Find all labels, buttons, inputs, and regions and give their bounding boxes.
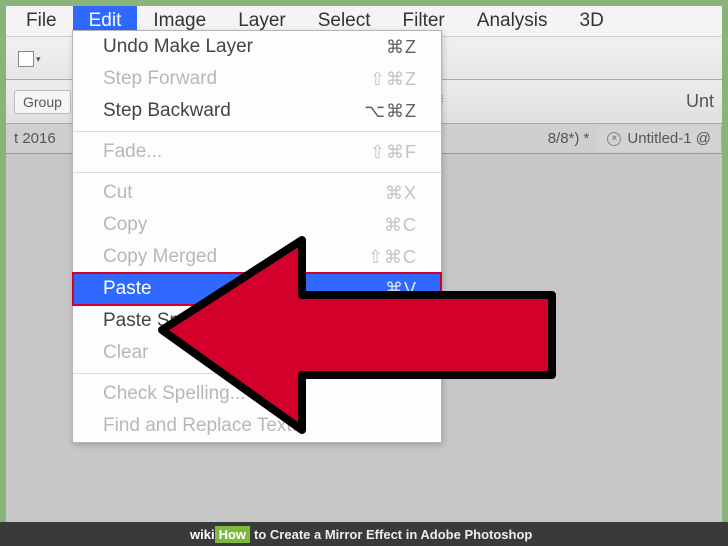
menu-copy[interactable]: Copy ⌘C bbox=[73, 209, 441, 241]
menu-item-label: Step Forward bbox=[103, 68, 217, 90]
wikihow-logo: wikiHow bbox=[190, 526, 254, 543]
menu-item-label: Find and Replace Text... bbox=[103, 415, 308, 437]
unit-label: Unt bbox=[686, 91, 714, 112]
menu-step-forward[interactable]: Step Forward ⇧⌘Z bbox=[73, 63, 441, 95]
menu-undo[interactable]: Undo Make Layer ⌘Z bbox=[73, 31, 441, 63]
menu-item-label: Copy Merged bbox=[103, 246, 217, 268]
tab-label: Untitled-1 @ bbox=[627, 130, 711, 147]
menu-step-backward[interactable]: Step Backward ⌥⌘Z bbox=[73, 95, 441, 127]
menu-item-label: Fade... bbox=[103, 141, 162, 163]
caption-title: to Create a Mirror Effect in Adobe Photo… bbox=[254, 527, 532, 542]
menu-item-label: Check Spelling... bbox=[103, 383, 246, 405]
menu-item-shortcut: ⌘X bbox=[385, 183, 417, 204]
menu-copy-merged[interactable]: Copy Merged ⇧⌘C bbox=[73, 241, 441, 273]
caption-bar: wikiHow to Create a Mirror Effect in Ado… bbox=[0, 522, 728, 546]
menu-fade[interactable]: Fade... ⇧⌘F bbox=[73, 136, 441, 168]
menu-item-shortcut: ⌘Z bbox=[386, 37, 417, 58]
tool-preset-icon[interactable]: ▾ bbox=[18, 47, 46, 71]
menu-item-label: Step Backward bbox=[103, 100, 231, 122]
tab-partial-right[interactable]: 8/8*) * bbox=[540, 126, 598, 151]
close-icon[interactable]: × bbox=[607, 132, 621, 146]
menu-item-shortcut: ⌘C bbox=[384, 215, 417, 236]
menu-item-shortcut: ⇧⌘Z bbox=[370, 69, 417, 90]
menu-item-label: Cut bbox=[103, 182, 133, 204]
menu-item-shortcut: ⇧⌘C bbox=[368, 247, 417, 268]
menu-item-shortcut: ⇧⌘F bbox=[370, 142, 417, 163]
menu-cut[interactable]: Cut ⌘X bbox=[73, 177, 441, 209]
tab-partial-left[interactable]: t 2016 bbox=[6, 126, 64, 151]
menu-analysis[interactable]: Analysis bbox=[461, 6, 564, 36]
menu-file[interactable]: File bbox=[10, 6, 73, 36]
menu-item-shortcut: ⌘V bbox=[385, 279, 417, 300]
menu-item-label: Paste bbox=[103, 278, 152, 300]
menu-separator bbox=[73, 373, 441, 374]
menu-item-label: Paste Special bbox=[103, 310, 219, 332]
menu-item-label: Clear bbox=[103, 342, 148, 364]
edit-dropdown: Undo Make Layer ⌘Z Step Forward ⇧⌘Z Step… bbox=[72, 30, 442, 443]
menu-separator bbox=[73, 172, 441, 173]
menu-paste[interactable]: Paste ⌘V bbox=[73, 273, 441, 305]
menu-item-shortcut: ⌥⌘Z bbox=[364, 101, 417, 122]
menu-item-label: Undo Make Layer bbox=[103, 36, 253, 58]
menu-find-replace[interactable]: Find and Replace Text... bbox=[73, 410, 441, 442]
tab-untitled[interactable]: × Untitled-1 @ bbox=[597, 126, 722, 151]
menu-clear[interactable]: Clear bbox=[73, 337, 441, 369]
menu-paste-special[interactable]: Paste Special bbox=[73, 305, 441, 337]
menu-item-label: Copy bbox=[103, 214, 147, 236]
group-button[interactable]: Group bbox=[14, 90, 71, 114]
menu-check-spelling[interactable]: Check Spelling... bbox=[73, 378, 441, 410]
menu-3d[interactable]: 3D bbox=[564, 6, 620, 36]
menu-separator bbox=[73, 131, 441, 132]
